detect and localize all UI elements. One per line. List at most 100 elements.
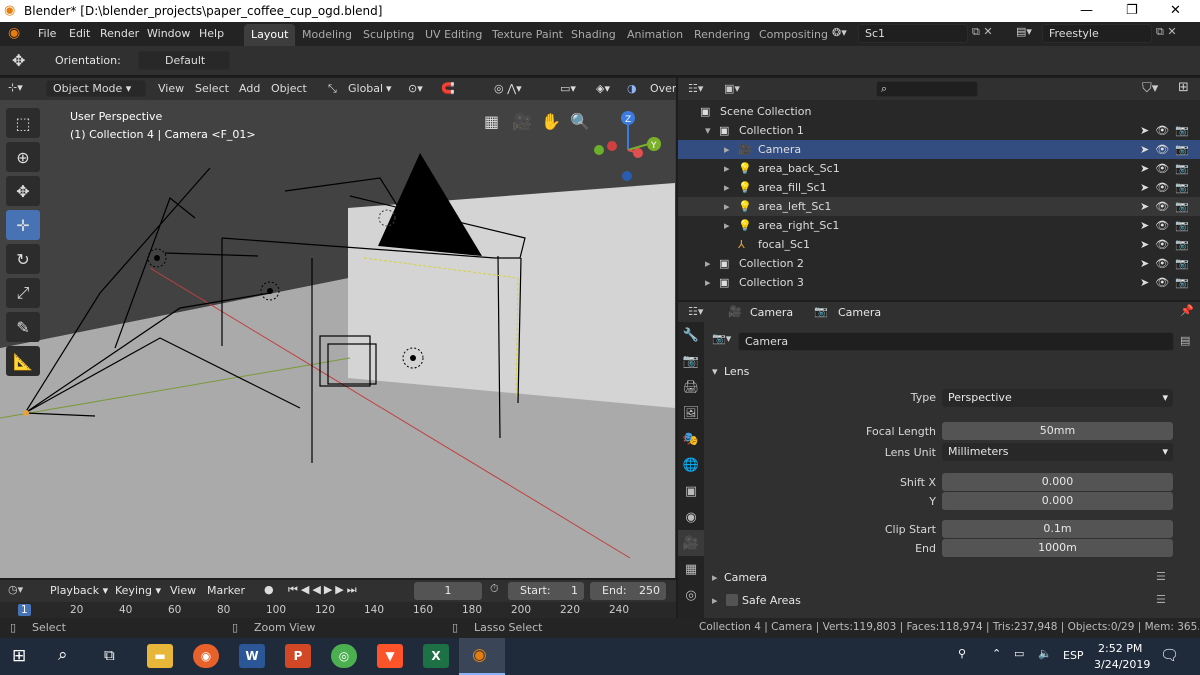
tray-chevron-icon[interactable]: ⌃ [992,647,1001,660]
chevron-down-icon[interactable]: ▾ [386,82,392,95]
timeline-menu-view[interactable]: View [170,584,196,597]
menu-help[interactable]: Help [199,27,224,40]
file-explorer-icon[interactable]: ▬ [147,644,173,668]
timeline-menu-keying[interactable]: Keying ▾ [115,584,161,597]
disclosure-arrow-icon[interactable]: ▸ [705,257,711,270]
frame-ruler[interactable]: 1 20 40 60 80 100 120 140 160 180 200 220 240 [0,602,676,618]
datablock-name-field[interactable]: Camera [738,332,1174,351]
word-icon[interactable]: W [239,644,265,668]
excel-icon[interactable]: X [423,644,449,668]
camera-data-tab-icon[interactable]: 🎥 [678,530,704,556]
disclosure-arrow-icon[interactable]: ▸ [724,162,730,175]
mode-dropdown[interactable]: Object Mode ▾ [46,80,146,97]
scene-copy-icon[interactable]: ⧉ ✕ [972,25,993,39]
pivot-icon[interactable]: ⊙▾ [408,82,423,95]
camera-view-icon[interactable]: 🎥 [512,112,532,131]
clip-end-field[interactable]: 1000m [942,539,1173,557]
annotate-icon[interactable]: ✎ [6,312,40,342]
disclosure-arrow-icon[interactable]: ▸ [724,219,730,232]
tab-texture-paint[interactable]: Texture Paint [485,24,570,46]
outliner-search-input[interactable]: ⌕ [876,81,978,97]
menu-render[interactable]: Render [100,27,139,40]
expand-arrow-icon[interactable]: ▾ [705,124,711,137]
pan-hand-icon[interactable]: ✋ [541,112,561,131]
outliner-row[interactable]: ▸ ▣ Collection 2 ➤👁📷 [678,254,1200,273]
fake-user-icon[interactable]: ▤ [1180,334,1190,347]
outliner-row[interactable]: ⅄ focal_Sc1 ➤👁📷 [678,235,1200,254]
camera-panel-header[interactable]: ▸ Camera ☰ [708,568,1200,588]
transform-icon[interactable]: ✛ [6,210,40,240]
3d-viewport[interactable]: ⊹▾ Object Mode ▾ View Select Add Object … [0,78,676,578]
select-box-icon[interactable]: ⬚ [6,108,40,138]
outliner[interactable]: ☷▾ ▣▾ ⌕ ⛉▾ ⊞ ▣ Scene Collection ▾ ▣ Collecti… [678,78,1200,300]
view-layer-field[interactable]: Freestyle [1042,24,1152,43]
chrome-icon[interactable]: ◎ [331,644,357,668]
notifications-icon[interactable]: 🗨 [1160,646,1179,664]
move-icon[interactable]: ✥ [6,176,40,206]
pin-icon[interactable]: 📌 [1180,304,1194,317]
outliner-row[interactable]: ▣ Scene Collection [678,102,1200,121]
display-mode-icon[interactable]: ▣▾ [724,82,740,95]
safe-areas-checkbox[interactable] [726,594,738,606]
timeline-editor-icon[interactable]: ◷▾ [8,583,23,596]
end-frame-field[interactable]: End: 250 [590,582,666,600]
new-collection-icon[interactable]: ⊞ [1178,80,1189,95]
outliner-row[interactable]: ▸ ▣ Collection 3 ➤👁📷 [678,273,1200,292]
viewport-menu-view[interactable]: View [158,82,184,95]
datablock-icon[interactable]: 📷▾ [712,332,731,345]
tab-uv-editing[interactable]: UV Editing [418,24,489,46]
brave-icon[interactable]: ▼ [377,644,403,668]
transform-orientation-value[interactable]: Global [348,82,383,95]
volume-icon[interactable]: 🔈 [1038,647,1052,660]
safe-areas-panel-header[interactable]: ▸ Safe Areas ☰ [708,591,1200,611]
clip-start-field[interactable]: 0.1m [942,520,1173,538]
start-frame-field[interactable]: Start: 1 [508,582,584,600]
outliner-editor-icon[interactable]: ☷▾ [688,82,703,95]
texture-tab-icon[interactable]: ▦ [678,556,704,582]
properties-editor[interactable]: ☷▾ 🎥 Camera 📷 Camera 📌 🔧 📷 🖨 🖼 🎭 🌐 ▣ ◉ 🎥… [678,302,1200,618]
type-dropdown[interactable]: Perspective ▾ [942,389,1173,407]
tab-layout[interactable]: Layout [244,24,296,46]
snap-icon[interactable]: 🧲 [441,82,455,95]
properties-editor-icon[interactable]: ☷▾ [688,305,703,318]
tab-modeling[interactable]: Modeling [295,24,359,46]
close-button[interactable]: ✕ [1170,3,1181,18]
people-icon[interactable]: ⚲ [958,647,966,660]
timeline[interactable]: ◷▾ Playback ▾ Keying ▾ View Marker ● ⏮◀◀… [0,580,676,618]
render-tab-icon[interactable]: 📷 [678,348,704,374]
menu-edit[interactable]: Edit [69,27,90,40]
disclosure-arrow-icon[interactable]: ▸ [724,143,730,156]
tab-rendering[interactable]: Rendering [687,24,757,46]
timeline-menu-playback[interactable]: Playback ▾ [50,584,108,597]
restriction-toggles[interactable]: ➤👁📷 [1140,238,1195,251]
output-tab-icon[interactable]: 🖨 [678,374,704,400]
view-layer-icon[interactable]: ▤▾ [1016,25,1032,38]
restriction-toggles[interactable]: ➤👁📷 [1140,257,1195,270]
drag-handle-icon[interactable]: ☰ [1156,570,1166,583]
restriction-toggles[interactable]: ➤👁📷 [1140,162,1195,175]
tab-compositing[interactable]: Compositing [752,24,835,46]
outliner-row[interactable]: ▸ 💡 area_fill_Sc1 ➤👁📷 [678,178,1200,197]
zoom-icon[interactable]: 🔍 [570,112,590,131]
physics-tab-icon[interactable]: ◉ [678,504,704,530]
overlay-icon[interactable]: ◑ [627,82,637,95]
lens-unit-dropdown[interactable]: Millimeters ▾ [942,443,1173,461]
outliner-row[interactable]: ▸ 💡 area_back_Sc1 ➤👁📷 [678,159,1200,178]
stopwatch-icon[interactable]: ⏱ [490,582,499,596]
viewport-menu-add[interactable]: Add [239,82,260,95]
tab-shading[interactable]: Shading [564,24,623,46]
outliner-row[interactable]: ▾ ▣ Collection 1 ➤👁📷 [678,121,1200,140]
object-tab-icon[interactable]: ▣ [678,478,704,504]
clock-date[interactable]: 3/24/2019 [1094,658,1150,671]
task-view-icon[interactable]: ⧉ [104,646,115,664]
blender-taskbar-button[interactable]: ◉ [459,638,505,675]
toggle-camera-grid-icon[interactable]: ▦ [484,112,499,131]
restriction-toggles[interactable]: ➤👁📷 [1140,124,1195,137]
proportional-edit-icon[interactable]: ◎ ⋀▾ [494,82,522,95]
view-layer-tab-icon[interactable]: 🖼 [678,400,704,426]
input-language[interactable]: ESP [1063,649,1084,662]
playhead-frame[interactable]: 1 [18,604,31,616]
outliner-row[interactable]: ▸ 🎥 Camera ➤👁📷 [678,140,1200,159]
tab-sculpting[interactable]: Sculpting [356,24,421,46]
drag-handle-icon[interactable]: ☰ [1156,593,1166,606]
